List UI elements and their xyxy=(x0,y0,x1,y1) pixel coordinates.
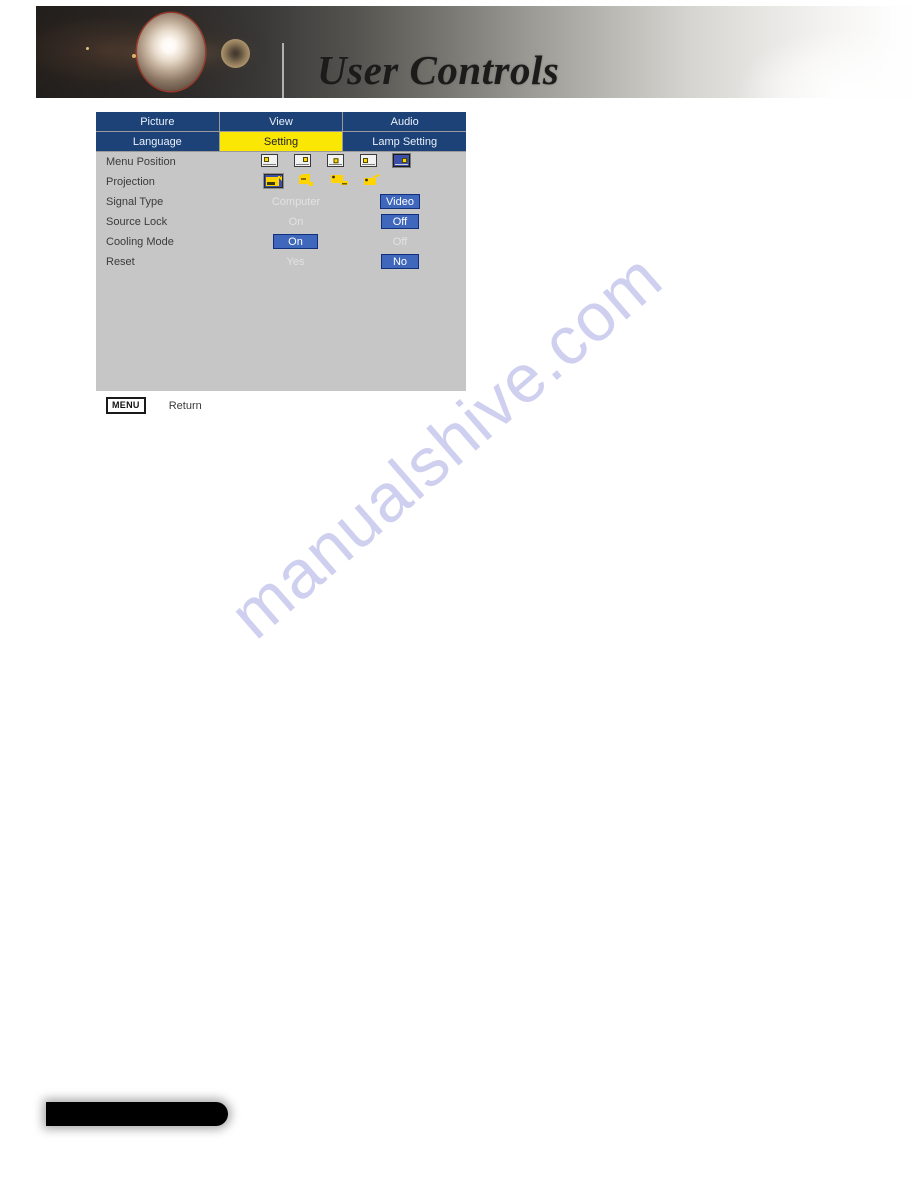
row-signal-type: Signal Type Computer Video xyxy=(96,192,466,212)
row-projection: Projection xyxy=(96,172,466,192)
menu-position-baseline xyxy=(395,163,408,165)
tab-language[interactable]: Language xyxy=(96,132,220,152)
menu-position-top-right-icon[interactable] xyxy=(294,154,311,167)
lens-flare-dot-icon xyxy=(86,47,89,50)
menu-position-marker xyxy=(333,157,338,163)
lens-flare-secondary-icon xyxy=(221,39,250,68)
menu-position-marker xyxy=(402,158,407,163)
signal-type-option-computer[interactable]: Computer xyxy=(246,192,346,212)
osd-menu-panel: Picture View Audio Language Setting Lamp… xyxy=(96,112,467,414)
row-reset: Reset Yes No xyxy=(96,252,466,272)
osd-tab-row-primary: Picture View Audio xyxy=(96,112,467,132)
menu-position-bottom-left-icon[interactable] xyxy=(360,154,377,167)
cooling-mode-option-off[interactable]: Off xyxy=(379,232,421,252)
row-label-source-lock: Source Lock xyxy=(106,216,168,228)
projection-front-ceiling-icon[interactable] xyxy=(330,174,349,188)
osd-tab-row-secondary: Language Setting Lamp Setting xyxy=(96,132,467,152)
row-menu-position: Menu Position xyxy=(96,152,466,172)
signal-type-option-video[interactable]: Video xyxy=(380,194,420,209)
tab-view[interactable]: View xyxy=(219,112,344,132)
source-lock-option-on[interactable]: On xyxy=(246,212,346,232)
menu-position-icon-group xyxy=(261,153,426,168)
projection-front-ceiling-glyph xyxy=(331,175,348,185)
menu-position-top-left-icon[interactable] xyxy=(261,154,278,167)
menu-position-marker xyxy=(303,157,308,162)
tab-picture[interactable]: Picture xyxy=(96,112,220,132)
menu-button-key[interactable]: MENU xyxy=(106,397,146,414)
projection-rear-ceiling-glyph xyxy=(364,174,380,185)
osd-settings-body: Menu Position Projection Signal Type Com… xyxy=(96,152,466,414)
osd-footer: MENU Return xyxy=(106,397,202,414)
row-label-signal-type: Signal Type xyxy=(106,196,164,208)
page-footer-bar xyxy=(46,1102,228,1126)
return-label: Return xyxy=(168,399,202,412)
cooling-mode-option-on[interactable]: On xyxy=(273,234,318,249)
row-cooling-mode: Cooling Mode On Off xyxy=(96,232,466,252)
header-glow xyxy=(658,6,918,98)
tab-setting[interactable]: Setting xyxy=(219,132,344,152)
header-divider xyxy=(282,43,284,98)
page-title: User Controls xyxy=(317,47,560,93)
tab-audio[interactable]: Audio xyxy=(343,112,467,132)
row-label-reset: Reset xyxy=(106,256,135,268)
menu-position-baseline xyxy=(296,163,309,165)
reset-option-no[interactable]: No xyxy=(381,254,419,269)
projection-rear-ceiling-icon[interactable] xyxy=(363,174,382,188)
row-label-menu-position: Menu Position xyxy=(106,156,176,168)
reset-option-yes[interactable]: Yes xyxy=(248,252,343,272)
menu-position-center-icon[interactable] xyxy=(327,154,344,167)
projection-icon-group xyxy=(263,173,396,189)
menu-position-marker xyxy=(264,157,269,162)
projection-front-desktop-icon[interactable] xyxy=(263,173,284,189)
lens-flare-dot-icon xyxy=(132,54,136,58)
row-label-projection: Projection xyxy=(106,176,155,188)
tab-lamp-setting[interactable]: Lamp Setting xyxy=(343,132,467,152)
row-label-cooling-mode: Cooling Mode xyxy=(106,236,174,248)
menu-position-bottom-right-icon[interactable] xyxy=(392,153,411,168)
row-source-lock: Source Lock On Off xyxy=(96,212,466,232)
menu-position-marker xyxy=(363,158,368,163)
menu-position-baseline xyxy=(263,163,276,165)
menu-position-baseline xyxy=(329,163,342,165)
projection-rear-desktop-glyph xyxy=(299,174,313,186)
page-header-banner: User Controls xyxy=(36,6,918,98)
projection-rear-desktop-icon[interactable] xyxy=(297,174,316,188)
source-lock-option-off[interactable]: Off xyxy=(381,214,419,229)
lens-flare-icon xyxy=(137,13,205,91)
projection-front-desktop-glyph xyxy=(266,176,282,186)
menu-position-baseline xyxy=(362,163,375,165)
